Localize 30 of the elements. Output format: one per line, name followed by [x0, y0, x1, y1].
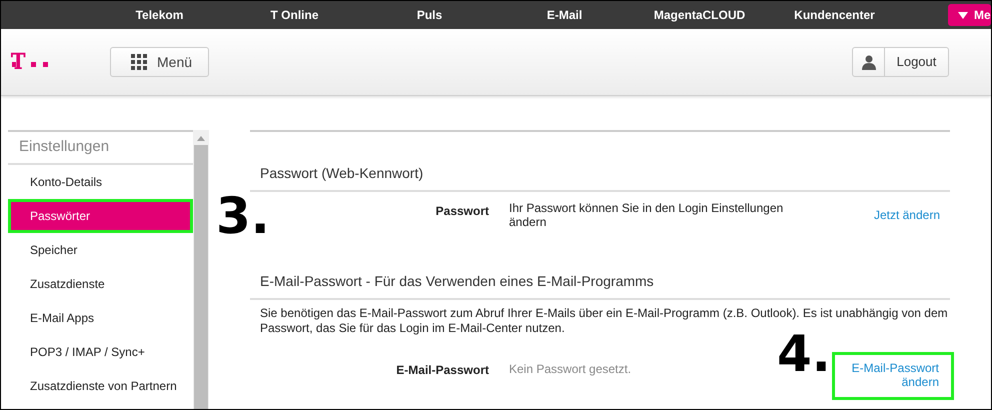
menu-button[interactable]: Menü — [110, 47, 209, 77]
nav-link[interactable]: E-Mail — [497, 6, 632, 24]
section-title: Passwort (Web-Kennwort) — [250, 163, 950, 192]
scrollbar-thumb[interactable] — [194, 145, 208, 409]
caret-icon — [958, 12, 968, 18]
nav-link[interactable]: Kundencenter — [767, 6, 902, 24]
sidebar-item[interactable]: Konto-Details — [8, 165, 193, 199]
change-link[interactable]: Jetzt ändern — [874, 197, 950, 222]
nav-link[interactable]: Puls — [362, 6, 497, 24]
user-icon — [862, 54, 876, 70]
field-label: E-Mail-Passwort — [395, 362, 489, 379]
sidebar-item[interactable]: E-Mail Apps — [8, 301, 193, 335]
step-number: 3. — [216, 191, 270, 241]
section-title: E-Mail-Passwort - Für das Verwenden eines E-Mail-Programms — [250, 271, 950, 300]
grid-icon — [131, 54, 147, 70]
nav-link[interactable]: MagentaCLOUD — [632, 6, 767, 24]
scroll-up-icon[interactable] — [197, 136, 205, 141]
field-value: Kein Passwort gesetzt. — [509, 361, 632, 376]
sidebar-item[interactable]: Zusatzdienste von Partnern — [8, 369, 193, 403]
nav-link[interactable]: T Online — [227, 6, 362, 24]
field-value: Ihr Passwort können Sie in den Login Einstellungen ändern — [509, 200, 784, 229]
sidebar-item[interactable]: Passwörter — [8, 199, 193, 233]
nav-link[interactable]: Telekom — [92, 6, 227, 24]
sidebar-item[interactable]: POP3 / IMAP / Sync+ — [8, 335, 193, 369]
sidebar-item[interactable]: Speicher — [8, 233, 193, 267]
scrollbar[interactable] — [193, 130, 209, 409]
sidebar-item[interactable]: Zusatzdienste — [8, 267, 193, 301]
more-button[interactable]: Me — [948, 4, 991, 26]
field-label: Passwort — [434, 203, 489, 220]
change-link[interactable]: E-Mail-Passwort ändern — [832, 352, 954, 400]
